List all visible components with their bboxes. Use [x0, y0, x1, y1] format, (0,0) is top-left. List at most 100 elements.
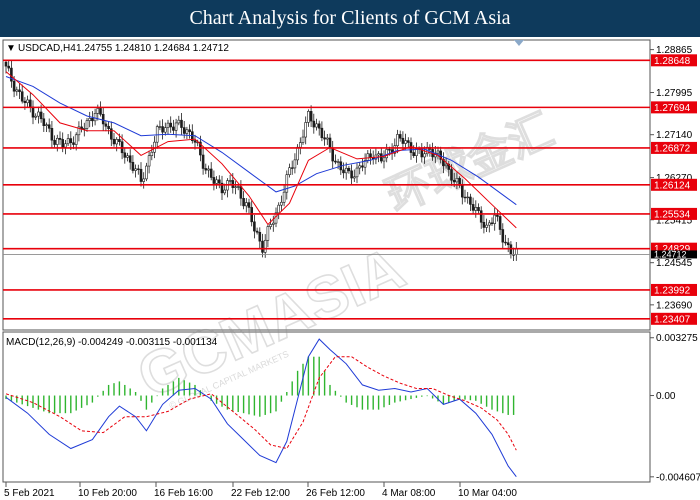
candle-body	[436, 150, 440, 154]
candle-body	[352, 176, 356, 179]
macd-histogram-bar	[356, 395, 358, 408]
macd-histogram-bar	[161, 388, 164, 396]
macd-histogram-bar	[242, 395, 245, 414]
candle-body	[145, 165, 148, 180]
candle-body	[406, 140, 410, 143]
macd-histogram-bar	[323, 370, 326, 396]
macd-histogram-bar	[491, 395, 493, 410]
level-tag-label: 1.28648	[654, 56, 691, 67]
candle-body	[498, 216, 502, 230]
candle-body	[28, 99, 32, 108]
candle-body	[288, 167, 291, 176]
candle-body	[236, 186, 240, 188]
macd-histogram-bar	[475, 395, 477, 401]
candle-body	[64, 143, 67, 148]
candle-body	[99, 108, 102, 115]
chart-header-title: Chart Analysis for Clients of GCM Asia	[0, 0, 700, 37]
candle-body	[107, 125, 110, 130]
candle-body	[164, 127, 167, 133]
candle-body	[444, 163, 448, 167]
candle-body	[355, 167, 359, 178]
macd-values-readout: -0.004249 -0.003115 -0.001134	[78, 337, 218, 348]
candle-body	[487, 222, 491, 226]
candle-body	[496, 214, 499, 217]
macd-histogram-bar	[97, 395, 99, 397]
candle-body	[501, 229, 505, 243]
candle-body	[350, 170, 353, 179]
candle-body	[7, 65, 10, 69]
price-collapse-icon[interactable]: ▼	[6, 43, 16, 54]
candle-body	[66, 138, 70, 145]
candle-body	[285, 174, 289, 193]
candle-body	[18, 89, 21, 93]
candle-body	[323, 137, 326, 140]
candle-body	[169, 122, 172, 128]
candle-body	[401, 137, 405, 144]
candle-body	[223, 189, 226, 194]
candle-body	[161, 126, 164, 133]
macd-histogram-bar	[80, 395, 83, 408]
macd-histogram-bar	[291, 381, 293, 396]
macd-histogram-bar	[507, 395, 509, 415]
macd-histogram-bar	[264, 395, 266, 415]
candle-body	[385, 149, 389, 159]
candle-body	[361, 165, 364, 168]
candle-body	[69, 138, 73, 144]
candle-body	[218, 179, 221, 184]
candle-body	[131, 161, 135, 171]
macd-histogram-bar	[183, 380, 185, 396]
candle-body	[134, 168, 137, 171]
candle-body	[239, 186, 243, 199]
candle-body	[139, 168, 143, 182]
candle-body	[382, 157, 386, 162]
macd-histogram-bar	[32, 395, 34, 408]
candle-body	[290, 167, 294, 169]
candle-body	[104, 123, 108, 127]
macd-histogram-bar	[388, 395, 391, 405]
price-y-tick-label: 1.27140	[656, 130, 693, 141]
macd-histogram-bar	[485, 395, 488, 407]
macd-y-tick-label: 0.003275	[656, 333, 698, 344]
level-tag-label: 1.26124	[654, 180, 691, 191]
candle-body	[112, 138, 116, 145]
candle-body	[26, 99, 29, 104]
candle-body	[404, 140, 407, 144]
candle-body	[266, 226, 270, 241]
time-tick-label: 22 Feb 12:00	[231, 488, 290, 499]
candle-body	[358, 165, 362, 169]
macd-histogram-bar	[496, 395, 499, 412]
macd-histogram-bar	[21, 395, 23, 405]
candle-body	[347, 167, 351, 172]
level-tag-label: 1.25534	[654, 209, 691, 220]
candle-body	[45, 124, 48, 126]
candle-body	[379, 153, 383, 162]
candle-body	[298, 142, 302, 148]
candle-body	[342, 169, 345, 174]
time-tick-label: 10 Feb 20:00	[78, 488, 137, 499]
candle-body	[317, 123, 321, 129]
candle-body	[450, 169, 453, 181]
macd-histogram-bar	[172, 381, 175, 396]
macd-histogram-bar	[464, 395, 466, 400]
macd-histogram-bar	[53, 395, 56, 414]
candle-body	[398, 134, 402, 139]
candle-body	[261, 240, 264, 253]
candle-body	[412, 152, 416, 156]
candle-body	[293, 159, 297, 169]
macd-histogram-bar	[350, 395, 353, 405]
macd-histogram-bar	[118, 381, 121, 396]
candle-body	[331, 147, 335, 162]
macd-histogram-bar	[113, 383, 115, 396]
current-price-label: 1.24712	[654, 249, 687, 259]
candle-body	[174, 122, 178, 131]
price-y-tick-label: 1.24545	[656, 258, 693, 269]
time-axis: 5 Feb 2021 10 Feb 20:00 16 Feb 16:00 22 Feb…	[4, 482, 517, 499]
candle-body	[209, 168, 213, 178]
level-tag-label: 1.26872	[654, 143, 691, 154]
macd-histogram-bar	[232, 395, 234, 411]
candle-body	[255, 230, 259, 233]
candle-body	[320, 127, 324, 139]
candle-body	[474, 207, 478, 211]
macd-panel	[2, 331, 651, 483]
candle-body	[101, 113, 105, 125]
